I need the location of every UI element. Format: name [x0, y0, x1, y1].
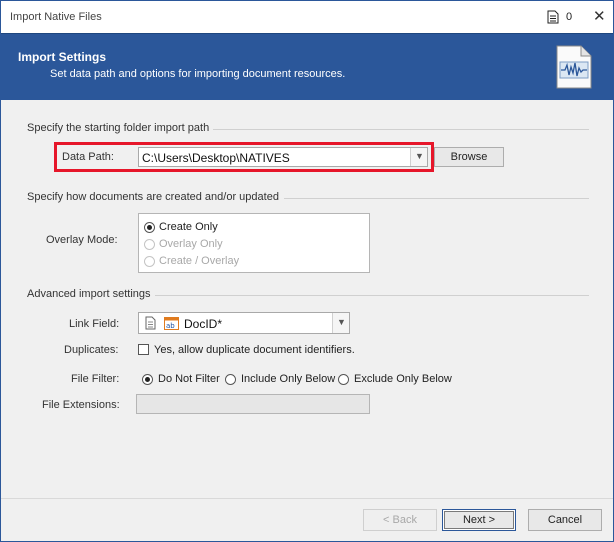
- chevron-down-icon[interactable]: ▼: [332, 313, 349, 333]
- next-button[interactable]: Next >: [442, 509, 516, 531]
- cancel-button[interactable]: Cancel: [528, 509, 602, 531]
- radio-exclude-only-below[interactable]: [338, 374, 349, 385]
- data-path-value: C:\Users\Desktop\NATIVES: [142, 151, 290, 165]
- file-extensions-input: [136, 394, 370, 414]
- header-subtitle: Set data path and options for importing …: [50, 68, 346, 80]
- document-icon: [145, 316, 156, 333]
- ab-text-field-icon: ab: [164, 317, 179, 333]
- radio-create-only-label[interactable]: Create Only: [159, 221, 218, 233]
- document-icon[interactable]: [547, 10, 559, 27]
- data-path-label: Data Path:: [62, 151, 114, 163]
- divider: [155, 295, 589, 296]
- overlay-mode-label: Overlay Mode:: [46, 234, 118, 246]
- import-native-files-window: Import Native Files 0 ✕ Import Settings …: [0, 0, 614, 542]
- link-field-combo[interactable]: ab DocID* ▼: [138, 312, 350, 334]
- chevron-down-icon[interactable]: ▼: [410, 148, 427, 166]
- radio-do-not-filter[interactable]: [142, 374, 153, 385]
- link-field-label: Link Field:: [69, 318, 120, 330]
- browse-button[interactable]: Browse: [434, 147, 504, 167]
- import-path-heading: Specify the starting folder import path: [27, 122, 210, 134]
- radio-overlay-only-label: Overlay Only: [159, 238, 223, 250]
- divider: [284, 198, 589, 199]
- close-icon[interactable]: ✕: [593, 7, 606, 25]
- file-extensions-label: File Extensions:: [42, 399, 120, 411]
- audio-file-icon: [554, 44, 594, 93]
- radio-exclude-only-below-label[interactable]: Exclude Only Below: [354, 373, 452, 385]
- back-button: < Back: [363, 509, 437, 531]
- duplicates-label: Duplicates:: [64, 344, 119, 356]
- overlay-heading: Specify how documents are created and/or…: [27, 191, 279, 203]
- radio-include-only-below-label[interactable]: Include Only Below: [241, 373, 335, 385]
- radio-include-only-below[interactable]: [225, 374, 236, 385]
- link-field-value: DocID*: [184, 317, 223, 331]
- wizard-header: Import Settings Set data path and option…: [1, 33, 613, 100]
- radio-create-only[interactable]: [144, 222, 155, 233]
- divider: [213, 129, 589, 130]
- duplicates-checkbox[interactable]: [138, 344, 149, 355]
- radio-do-not-filter-label[interactable]: Do Not Filter: [158, 373, 220, 385]
- svg-text:ab: ab: [166, 322, 175, 330]
- data-path-combo[interactable]: C:\Users\Desktop\NATIVES ▼: [138, 147, 428, 167]
- duplicates-checkbox-label[interactable]: Yes, allow duplicate document identifier…: [154, 344, 355, 356]
- divider: [1, 498, 613, 499]
- document-count: 0: [566, 11, 573, 23]
- radio-create-overlay-label: Create / Overlay: [159, 255, 240, 267]
- advanced-heading: Advanced import settings: [27, 288, 151, 300]
- window-title: Import Native Files: [10, 11, 102, 23]
- radio-create-overlay: [144, 256, 155, 267]
- title-bar: Import Native Files 0 ✕: [1, 1, 613, 33]
- radio-overlay-only: [144, 239, 155, 250]
- header-title: Import Settings: [18, 50, 107, 64]
- file-filter-label: File Filter:: [71, 373, 120, 385]
